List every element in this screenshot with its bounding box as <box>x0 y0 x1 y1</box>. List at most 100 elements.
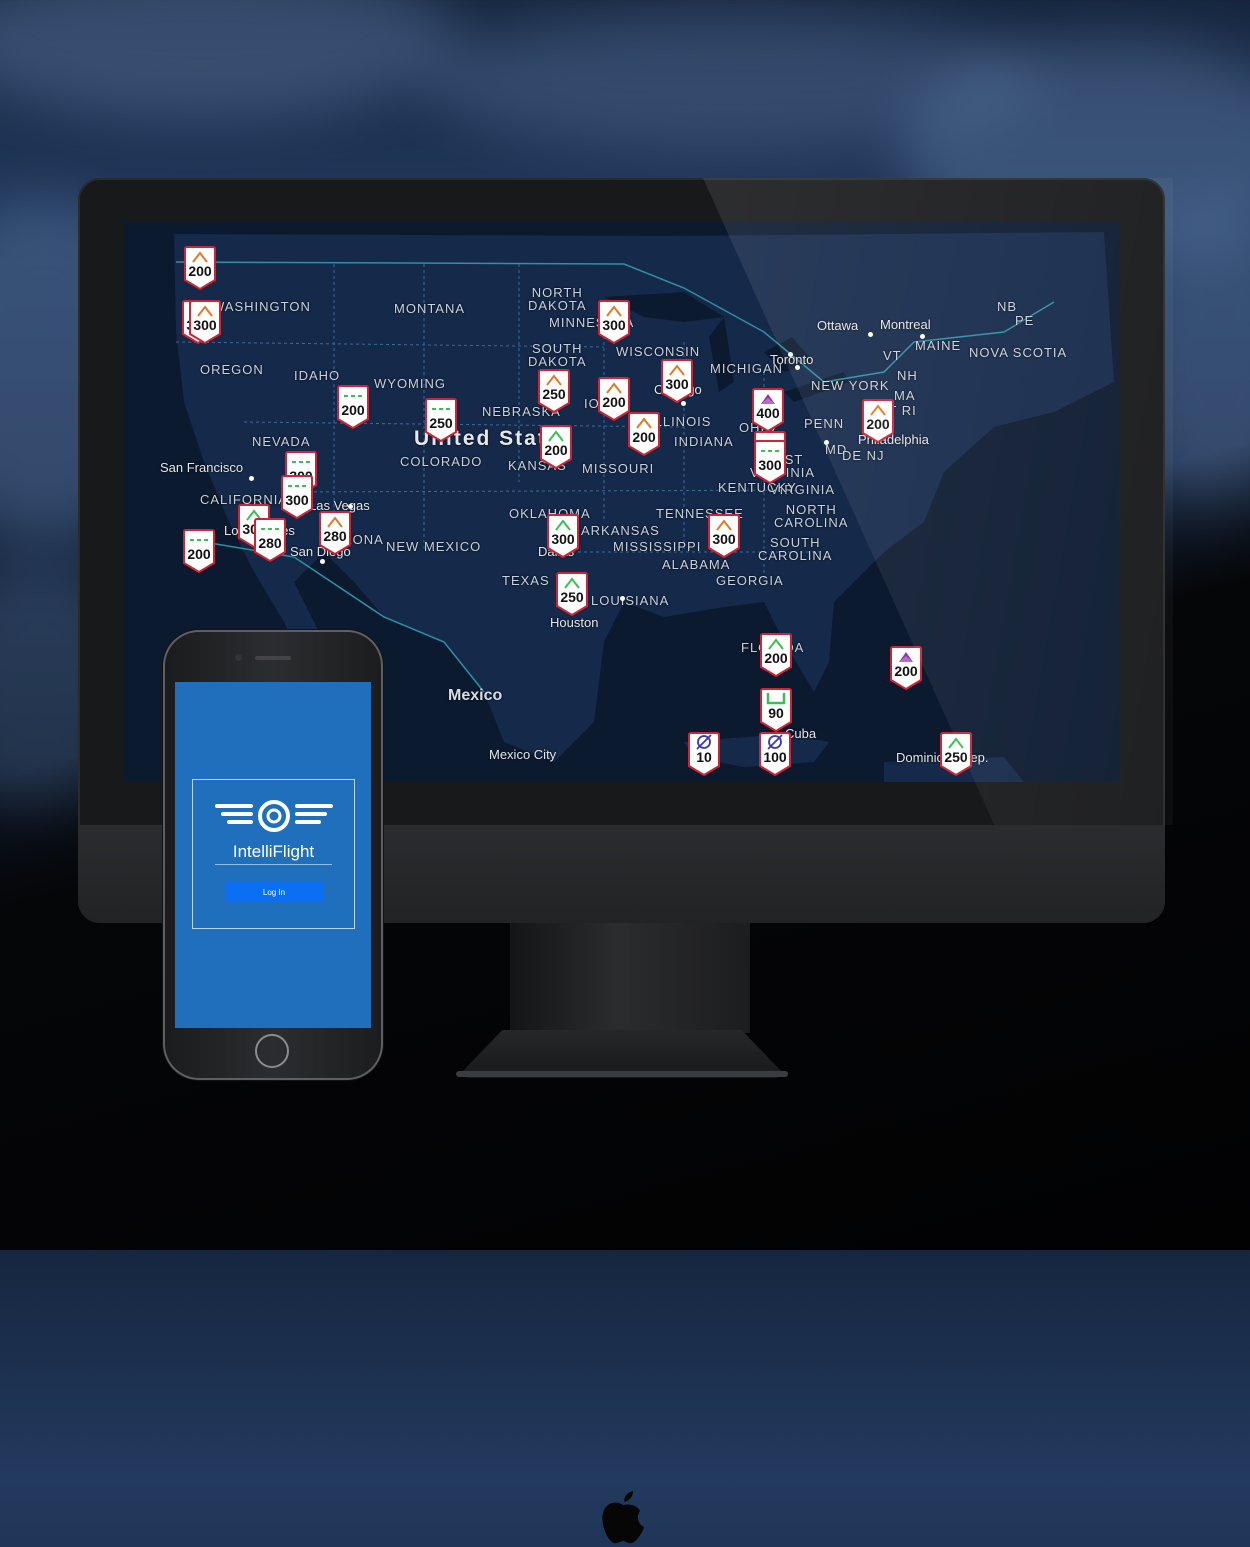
weather-marker[interactable]: 250 <box>424 398 458 442</box>
weather-marker[interactable]: 300 <box>546 514 580 558</box>
log-in-button[interactable]: Log In <box>225 882 323 902</box>
marker-value: 200 <box>341 402 365 418</box>
weather-marker[interactable]: 10 <box>687 732 721 776</box>
weather-marker[interactable]: 300 <box>660 359 694 403</box>
marker-value: 400 <box>756 405 780 421</box>
map-label-mexico-city: Mexico City <box>489 747 557 762</box>
map-label-wisconsin: WISCONSIN <box>616 344 701 359</box>
divider <box>215 864 332 865</box>
weather-marker[interactable]: 200 <box>861 399 895 443</box>
map-label-washington: WASHINGTON <box>212 299 311 314</box>
marker-value: 200 <box>602 394 626 410</box>
smartphone: IntelliFlight Log In <box>163 630 383 1080</box>
marker-value: 250 <box>560 589 584 605</box>
city-dot <box>620 596 625 601</box>
weather-marker[interactable]: 300 <box>753 440 787 484</box>
map-label-louisiana: LOUISIANA <box>591 593 670 608</box>
marker-value: 200 <box>188 263 212 279</box>
weather-marker[interactable]: 90 <box>759 688 793 732</box>
weather-marker[interactable]: 250 <box>537 369 571 413</box>
city-dot <box>868 332 873 337</box>
weather-marker[interactable]: 280 <box>253 518 287 562</box>
marker-value: 300 <box>193 317 217 333</box>
marker-value: 300 <box>551 531 575 547</box>
marker-value: 300 <box>712 531 736 547</box>
weather-marker[interactable]: 300 <box>280 475 314 519</box>
map-label-arkansas: ARKANSAS <box>581 523 660 538</box>
marker-value: 300 <box>602 317 626 333</box>
map-label-alabama: ALABAMA <box>662 557 731 572</box>
marker-value: 100 <box>763 749 787 765</box>
map-label-nova-scotia: NOVA SCOTIA <box>969 345 1068 360</box>
weather-marker[interactable]: 200 <box>627 412 661 456</box>
marker-value: 200 <box>187 546 211 562</box>
weather-marker[interactable]: 200 <box>889 646 923 690</box>
phone-screen: IntelliFlight Log In <box>175 682 371 1028</box>
marker-value: 200 <box>544 442 568 458</box>
weather-marker[interactable]: 300 <box>597 300 631 344</box>
weather-marker[interactable]: 200 <box>539 425 573 469</box>
map-label-houston: Houston <box>550 615 599 630</box>
map-label-penn: PENN <box>804 416 845 431</box>
map-label-north-carolina: NORTH CAROLINA <box>774 502 849 530</box>
city-dot <box>249 476 254 481</box>
city-dot <box>320 559 325 564</box>
marker-value: 200 <box>764 650 788 666</box>
map-label-new-york: NEW YORK <box>811 378 890 393</box>
map-label-vt: VT <box>883 348 902 363</box>
cloud-shape <box>0 0 460 120</box>
marker-value: 280 <box>258 535 282 551</box>
marker-value: 200 <box>632 429 656 445</box>
marker-value: 250 <box>542 386 566 402</box>
intelliflight-logo-icon <box>215 800 333 832</box>
marker-value: 300 <box>285 492 309 508</box>
map-label-maine: MAINE <box>915 338 962 353</box>
map-label-nb: NB <box>997 299 1018 314</box>
weather-marker[interactable]: 400 <box>751 388 785 432</box>
map-label-texas: TEXAS <box>502 573 550 588</box>
marker-value: 10 <box>696 749 712 765</box>
marker-value: 300 <box>758 457 782 473</box>
map-label-pe: PE <box>1015 313 1035 328</box>
city-dot <box>795 365 800 370</box>
map-label-mississippi: MISSISSIPPI <box>613 539 702 554</box>
map-label-new-mexico: NEW MEXICO <box>386 539 482 554</box>
map-label-mexico: Mexico <box>448 687 503 704</box>
map-label-ma: MA <box>894 388 916 403</box>
map-label-nevada: NEVADA <box>252 434 311 449</box>
weather-marker[interactable]: 100 <box>758 732 792 776</box>
weather-marker[interactable]: 280 <box>318 511 352 555</box>
map-label-san-francisco: San Francisco <box>160 460 244 475</box>
weather-marker[interactable]: 300 <box>188 300 222 344</box>
apple-logo-icon <box>602 1491 644 1544</box>
weather-marker[interactable]: 250 <box>939 732 973 776</box>
weather-marker[interactable]: 200 <box>183 246 217 290</box>
city-dot <box>824 440 829 445</box>
phone-camera <box>235 654 242 661</box>
monitor-stand <box>510 923 750 1033</box>
map-label-ottawa: Ottawa <box>817 318 859 333</box>
marker-value: 280 <box>323 528 347 544</box>
city-dot <box>788 352 793 357</box>
map-label-south-dakota: SOUTH DAKOTA <box>528 341 587 369</box>
map-label-missouri: MISSOURI <box>582 461 655 476</box>
city-dot <box>920 334 925 339</box>
map-label-wyoming: WYOMING <box>374 376 446 391</box>
home-button[interactable] <box>255 1034 289 1068</box>
weather-marker[interactable]: 250 <box>555 572 589 616</box>
weather-marker[interactable]: 200 <box>759 633 793 677</box>
weather-marker[interactable]: 200 <box>597 377 631 421</box>
map-label-colorado: COLORADO <box>400 454 483 469</box>
weather-marker[interactable]: 200 <box>182 529 216 573</box>
marker-value: 250 <box>429 415 453 431</box>
weather-marker[interactable]: 200 <box>336 385 370 429</box>
map-label-georgia: GEORGIA <box>716 573 784 588</box>
weather-marker[interactable]: 300 <box>707 514 741 558</box>
map-label-south-carolina: SOUTH CAROLINA <box>758 535 833 563</box>
city-dot <box>348 504 353 509</box>
map-label-idaho: IDAHO <box>294 368 341 383</box>
marker-value: 250 <box>944 749 968 765</box>
map-label-indiana: INDIANA <box>674 434 734 449</box>
map-label-oregon: OREGON <box>200 362 264 377</box>
marker-value: 200 <box>866 416 890 432</box>
